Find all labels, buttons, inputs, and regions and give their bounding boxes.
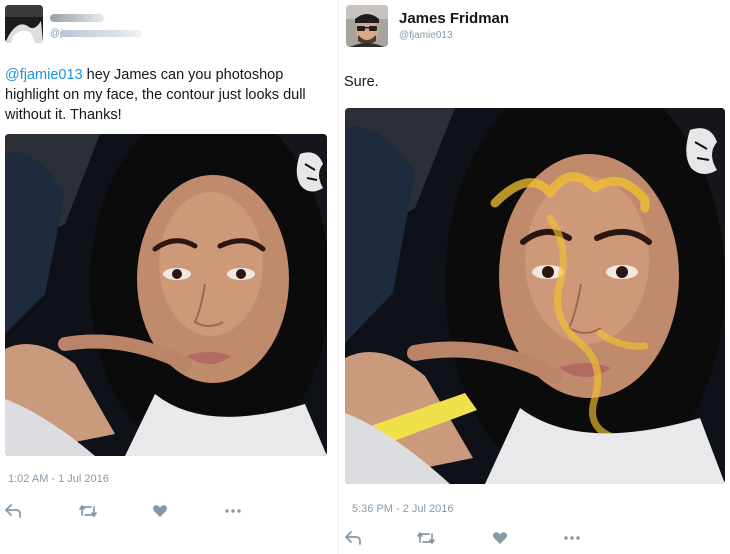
mention-link[interactable]: @fjamie013 — [5, 67, 83, 83]
retweet-icon[interactable] — [79, 503, 97, 519]
request-timestamp[interactable]: 1:02 AM - 1 Jul 2016 — [8, 473, 109, 485]
reply-icon[interactable] — [4, 503, 22, 519]
reply-icon[interactable] — [344, 530, 362, 546]
redacted-author-name — [50, 14, 104, 22]
author-name[interactable]: James Fridman — [399, 10, 509, 27]
james-fridman-avatar[interactable] — [346, 5, 388, 47]
edited-selfie-photo[interactable] — [345, 108, 725, 484]
requester-avatar[interactable] — [5, 5, 43, 43]
reply-tweet: James Fridman @fjamie013 Sure. 5:36 PM -… — [340, 0, 730, 554]
reply-timestamp[interactable]: 5:36 PM - 2 Jul 2016 — [352, 503, 454, 515]
request-tweet-text: @fjamie013 hey James can you photoshop h… — [5, 65, 339, 125]
like-icon[interactable] — [151, 503, 169, 519]
like-icon[interactable] — [491, 530, 509, 546]
retweet-icon[interactable] — [417, 530, 435, 546]
original-selfie-photo[interactable] — [5, 134, 327, 456]
more-icon[interactable] — [224, 503, 242, 519]
more-icon[interactable] — [563, 530, 581, 546]
redacted-author-handle — [60, 30, 142, 37]
request-tweet: @j @fjamie013 hey James can you photosho… — [0, 0, 340, 554]
reply-tweet-text: Sure. — [344, 74, 379, 90]
author-handle[interactable]: @fjamie013 — [399, 30, 453, 41]
